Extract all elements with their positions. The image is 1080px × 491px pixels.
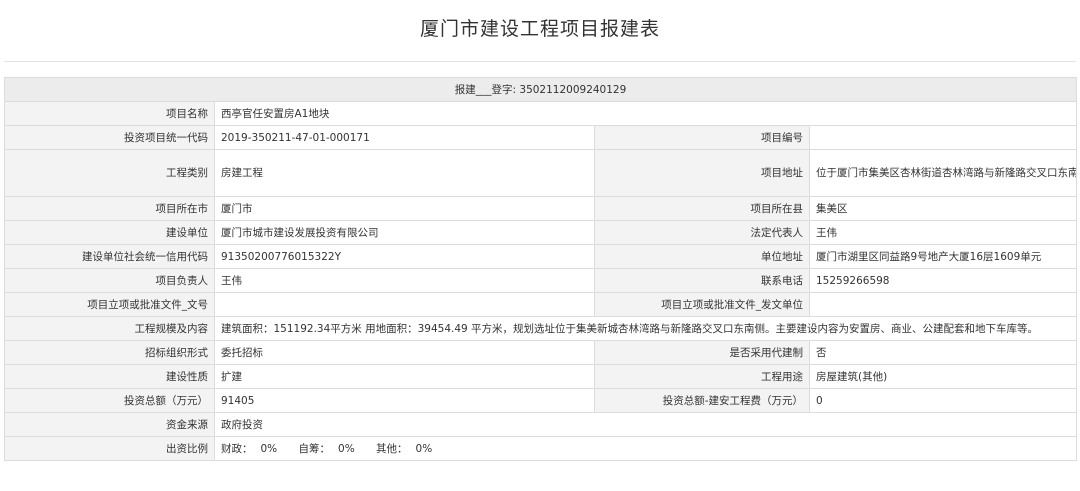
usage-value: 房屋建筑(其他) [808,364,1078,389]
fund-source-label: 资金来源 [4,412,215,437]
registration-label: 报建___登字: [454,83,517,96]
project-number-value [808,125,1078,150]
phone-value: 15259266598 [808,268,1078,293]
contribution-ratio-value: 财政： 0% 自筹： 0% 其他： 0% [213,436,1078,461]
title-divider [4,61,1076,62]
ratio-finance-label: 财政： [221,442,253,455]
approval-doc-value [214,292,595,317]
table-row: 项目所在市 厦门市 项目所在县 集美区 [4,196,1078,221]
project-number-label: 项目编号 [594,125,810,150]
fund-source-value: 政府投资 [213,412,1078,437]
ratio-self-label: 自筹： [298,442,331,455]
table-row: 投资总额（万元） 91405 投资总额-建安工程费（万元） 0 [4,388,1078,413]
table-row: 建设性质 扩建 工程用途 房屋建筑(其他) [4,364,1078,389]
project-county-value: 集美区 [808,196,1078,221]
registration-value: 3502112009240129 [519,83,627,96]
contribution-ratio-label: 出资比例 [4,436,215,461]
unit-address-label: 单位地址 [594,244,810,269]
bidding-form-value: 委托招标 [214,340,595,365]
table-row: 项目负责人 王伟 联系电话 15259266598 [4,268,1078,293]
bidding-form-label: 招标组织形式 [4,340,215,365]
approval-unit-label: 项目立项或批准文件_发文单位 [594,292,810,317]
project-leader-value: 王伟 [214,268,595,293]
builder-label: 建设单位 [4,220,215,245]
project-address-value: 位于厦门市集美区杏林街道杏林湾路与新隆路交叉口东南侧 [808,149,1078,197]
registration-table: 报建___登字: 3502112009240129 项目名称 西亭官任安置房A1… [3,77,1078,461]
ratio-self-value: 0% [338,442,355,455]
total-investment-label: 投资总额（万元） [4,388,215,413]
agent-build-label: 是否采用代建制 [594,340,810,365]
agent-build-value: 否 [808,340,1078,365]
project-name-value: 西亭官任安置房A1地块 [213,101,1078,126]
registration-number: 报建___登字: 3502112009240129 [3,77,1078,102]
construction-cost-value: 0 [808,388,1078,413]
table-row: 招标组织形式 委托招标 是否采用代建制 否 [4,340,1078,365]
project-leader-label: 项目负责人 [4,268,215,293]
scale-value: 建筑面积：151192.34平方米 用地面积：39454.49 平方米，规划选址… [213,316,1078,341]
investment-code-value: 2019-350211-47-01-000171 [214,125,595,150]
ratio-finance-value: 0% [260,442,278,455]
total-investment-value: 91405 [214,388,595,413]
project-city-value: 厦门市 [214,196,595,221]
table-row: 资金来源 政府投资 [4,412,1078,437]
ratio-item-self: 自筹： 0% [299,443,355,455]
project-county-label: 项目所在县 [594,196,810,221]
legal-rep-value: 王伟 [808,220,1078,245]
project-name-label: 项目名称 [4,101,215,126]
project-category-label: 工程类别 [4,149,215,197]
construction-cost-label: 投资总额-建安工程费（万元） [594,388,810,413]
table-row: 项目立项或批准文件_文号 项目立项或批准文件_发文单位 [4,292,1078,317]
usage-label: 工程用途 [594,364,810,389]
table-row: 项目名称 西亭官任安置房A1地块 [4,101,1078,126]
table-row: 建设单位社会统一信用代码 91350200776015322Y 单位地址 厦门市… [4,244,1078,269]
construction-nature-value: 扩建 [214,364,595,389]
approval-unit-value [808,292,1078,317]
project-address-label: 项目地址 [594,149,810,197]
construction-nature-label: 建设性质 [4,364,215,389]
credit-code-label: 建设单位社会统一信用代码 [4,244,215,269]
table-row: 工程类别 房建工程 项目地址 位于厦门市集美区杏林街道杏林湾路与新隆路交叉口东南… [4,149,1078,197]
unit-address-value: 厦门市湖里区同益路9号地产大厦16层1609单元 [808,244,1078,269]
credit-code-value: 91350200776015322Y [214,244,595,269]
table-row: 出资比例 财政： 0% 自筹： 0% 其他： 0% [4,436,1078,461]
legal-rep-label: 法定代表人 [594,220,810,245]
table-row: 投资项目统一代码 2019-350211-47-01-000171 项目编号 [4,125,1078,150]
ratio-item-other: 其他： 0% [376,443,432,455]
table-row: 建设单位 厦门市城市建设发展投资有限公司 法定代表人 王伟 [4,220,1078,245]
investment-code-label: 投资项目统一代码 [4,125,215,150]
scale-label: 工程规模及内容 [4,316,215,341]
table-row: 工程规模及内容 建筑面积：151192.34平方米 用地面积：39454.49 … [4,316,1078,341]
phone-label: 联系电话 [594,268,810,293]
ratio-other-label: 其他： [376,442,408,455]
project-city-label: 项目所在市 [4,196,215,221]
page-title: 厦门市建设工程项目报建表 [419,18,660,40]
ratio-item-finance: 财政： 0% [221,443,277,455]
table-header-row: 报建___登字: 3502112009240129 [3,77,1078,102]
project-category-value: 房建工程 [214,149,595,197]
approval-doc-label: 项目立项或批准文件_文号 [4,292,215,317]
ratio-other-value: 0% [415,442,433,455]
builder-value: 厦门市城市建设发展投资有限公司 [214,220,595,245]
